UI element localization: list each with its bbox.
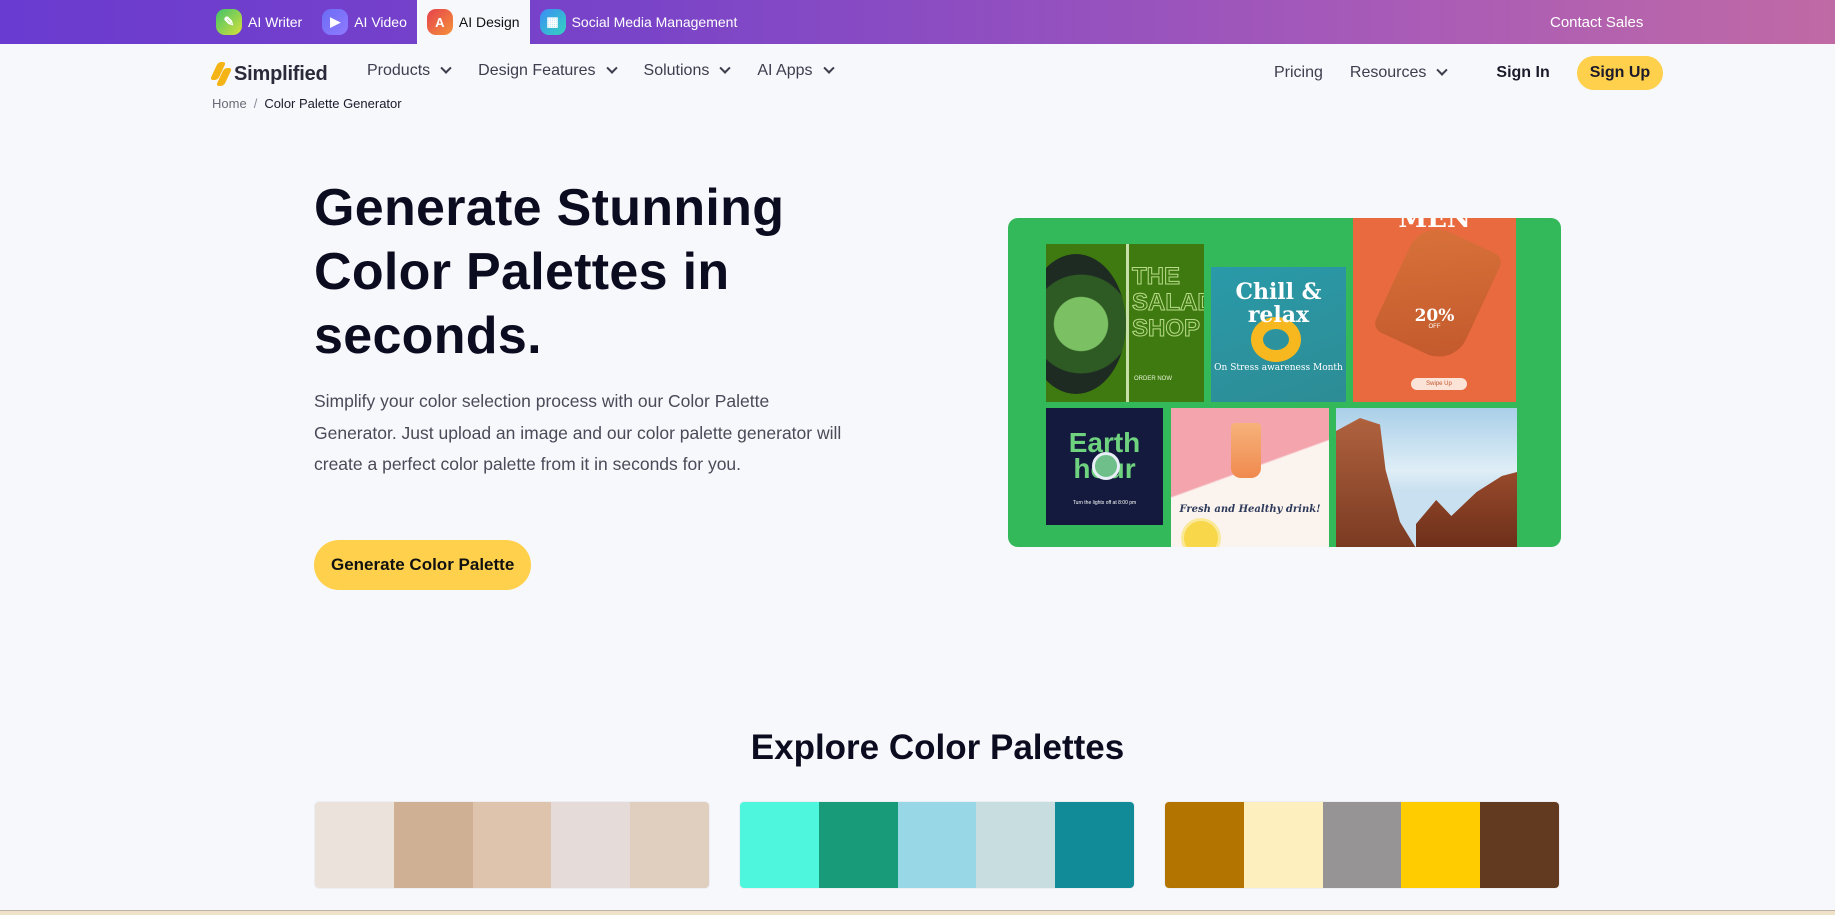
bottom-banner-edge [0,910,1835,915]
salad-title: THE SALAD SHOP [1132,263,1205,342]
color-swatch[interactable] [897,802,977,888]
chevron-down-icon [1436,64,1449,76]
palette-card[interactable] [314,801,710,889]
chevron-down-icon [605,62,618,74]
color-swatch[interactable] [1401,802,1481,888]
nav-item-design-features[interactable]: Design Features [478,62,618,80]
rock-formation [1416,472,1517,547]
calendar-icon: ▦ [539,9,566,35]
product-switcher-bar: ✎ AI Writer ▶ AI Video A AI Design ▦ Soc… [0,0,1835,44]
chill-subtitle: On Stress awareness Month [1214,363,1343,373]
product-tab-ai-writer[interactable]: ✎ AI Writer [206,0,312,44]
chill-title: Chill & relax [1235,279,1322,328]
shoe-swipe: Swipe Up [1411,378,1467,390]
hero-description: Simplify your color selection process wi… [314,391,842,474]
color-swatch[interactable] [1322,802,1402,888]
product-tabs: ✎ AI Writer ▶ AI Video A AI Design ▦ Soc… [206,0,747,44]
nav-item-resources[interactable]: Resources [1349,64,1449,82]
pricing-link[interactable]: Pricing [1274,64,1323,82]
healthy-drink-design: Fresh and Healthy drink! [1171,408,1329,547]
drink-text: Fresh and Healthy drink! [1179,504,1321,515]
color-swatch[interactable] [630,802,709,888]
nav-item-label: Products [367,62,431,79]
chill-relax-design: Chill & relax On Stress awareness Month [1211,267,1346,402]
color-swatch[interactable] [740,802,819,888]
product-tab-ai-video[interactable]: ▶ AI Video [312,0,417,44]
color-swatch[interactable] [1165,802,1244,888]
breadcrumb-home[interactable]: Home [212,96,247,111]
page-title: Generate Stunning Color Palettes in seco… [314,179,785,365]
salad-shop-design: THE SALAD SHOP ORDER NOW [1046,244,1204,402]
breadcrumb-current: Color Palette Generator [264,96,402,111]
explore-section-title: Explore Color Palettes [750,728,1125,767]
sign-up-button[interactable]: Sign Up [1576,56,1664,90]
color-swatch[interactable] [1243,802,1323,888]
divider [1126,244,1129,402]
color-swatch[interactable] [1480,802,1559,888]
nav-item-label: AI Apps [757,62,813,79]
nav-item-label: Design Features [478,62,596,79]
lemon-graphic [1181,518,1221,547]
color-swatch[interactable] [818,802,898,888]
breadcrumb-separator: / [253,96,258,111]
logo[interactable]: Simplified [209,62,328,86]
drink-glass-graphic [1231,423,1261,478]
nav-item-products[interactable]: Products [367,62,452,80]
chevron-down-icon [719,62,732,74]
generate-color-palette-button[interactable]: Generate Color Palette [314,540,532,590]
sneaker-graphic [1371,219,1505,367]
sneaker-sale-design: MEN 20% OFF Swipe Up [1353,218,1516,402]
ai-writer-icon: ✎ [216,9,242,35]
palette-card[interactable] [1164,801,1560,889]
nav-item-ai-apps[interactable]: AI Apps [757,62,835,80]
canyon-photo [1336,408,1517,547]
product-tab-label: AI Writer [248,14,303,30]
ai-video-icon: ▶ [322,9,349,35]
product-tab-social-media[interactable]: ▦ Social Media Management [530,0,748,44]
simplified-logo-icon [209,62,233,86]
ai-design-icon: A [426,9,453,35]
color-swatch[interactable] [976,802,1056,888]
nav-item-label: Resources [1349,64,1427,81]
logo-text: Simplified [234,62,328,85]
earth-subtitle: Turn the lights off at 8:00 pm [1072,500,1137,506]
hero-collage-image: THE SALAD SHOP ORDER NOW Chill & relax O… [1008,218,1561,547]
sign-in-link[interactable]: Sign In [1496,64,1549,82]
chevron-down-icon [440,62,452,74]
color-swatch[interactable] [551,802,631,888]
color-swatch[interactable] [315,802,394,888]
color-swatch[interactable] [393,802,473,888]
rock-formation [1336,418,1416,547]
main-nav: Simplified Products Design Features Solu… [0,44,1835,104]
nav-item-solutions[interactable]: Solutions [643,62,732,80]
nav-actions: Pricing Resources Sign In Sign Up [1274,56,1664,90]
product-tab-label: Social Media Management [571,14,738,30]
product-tab-ai-design[interactable]: A AI Design [416,0,530,44]
color-swatch[interactable] [472,802,552,888]
breadcrumb: Home / Color Palette Generator [212,96,402,111]
product-tab-label: AI Video [354,14,407,30]
globe-bulb-icon [1092,452,1120,480]
palette-card[interactable] [739,801,1135,889]
chevron-down-icon [822,62,835,74]
product-tab-label: AI Design [458,14,520,30]
nav-item-label: Solutions [643,62,710,79]
salad-cta: ORDER NOW [1134,376,1172,382]
earth-hour-design: Earth hour Turn the lights off at 8:00 p… [1046,408,1163,525]
shoe-off: OFF [1428,324,1441,330]
salad-bowl-graphic [1046,254,1126,394]
nav-menu: Products Design Features Solutions AI Ap… [367,62,835,80]
shoe-discount: 20% [1414,306,1455,326]
color-swatch[interactable] [1055,802,1134,888]
contact-sales-link[interactable]: Contact Sales [1550,0,1643,44]
